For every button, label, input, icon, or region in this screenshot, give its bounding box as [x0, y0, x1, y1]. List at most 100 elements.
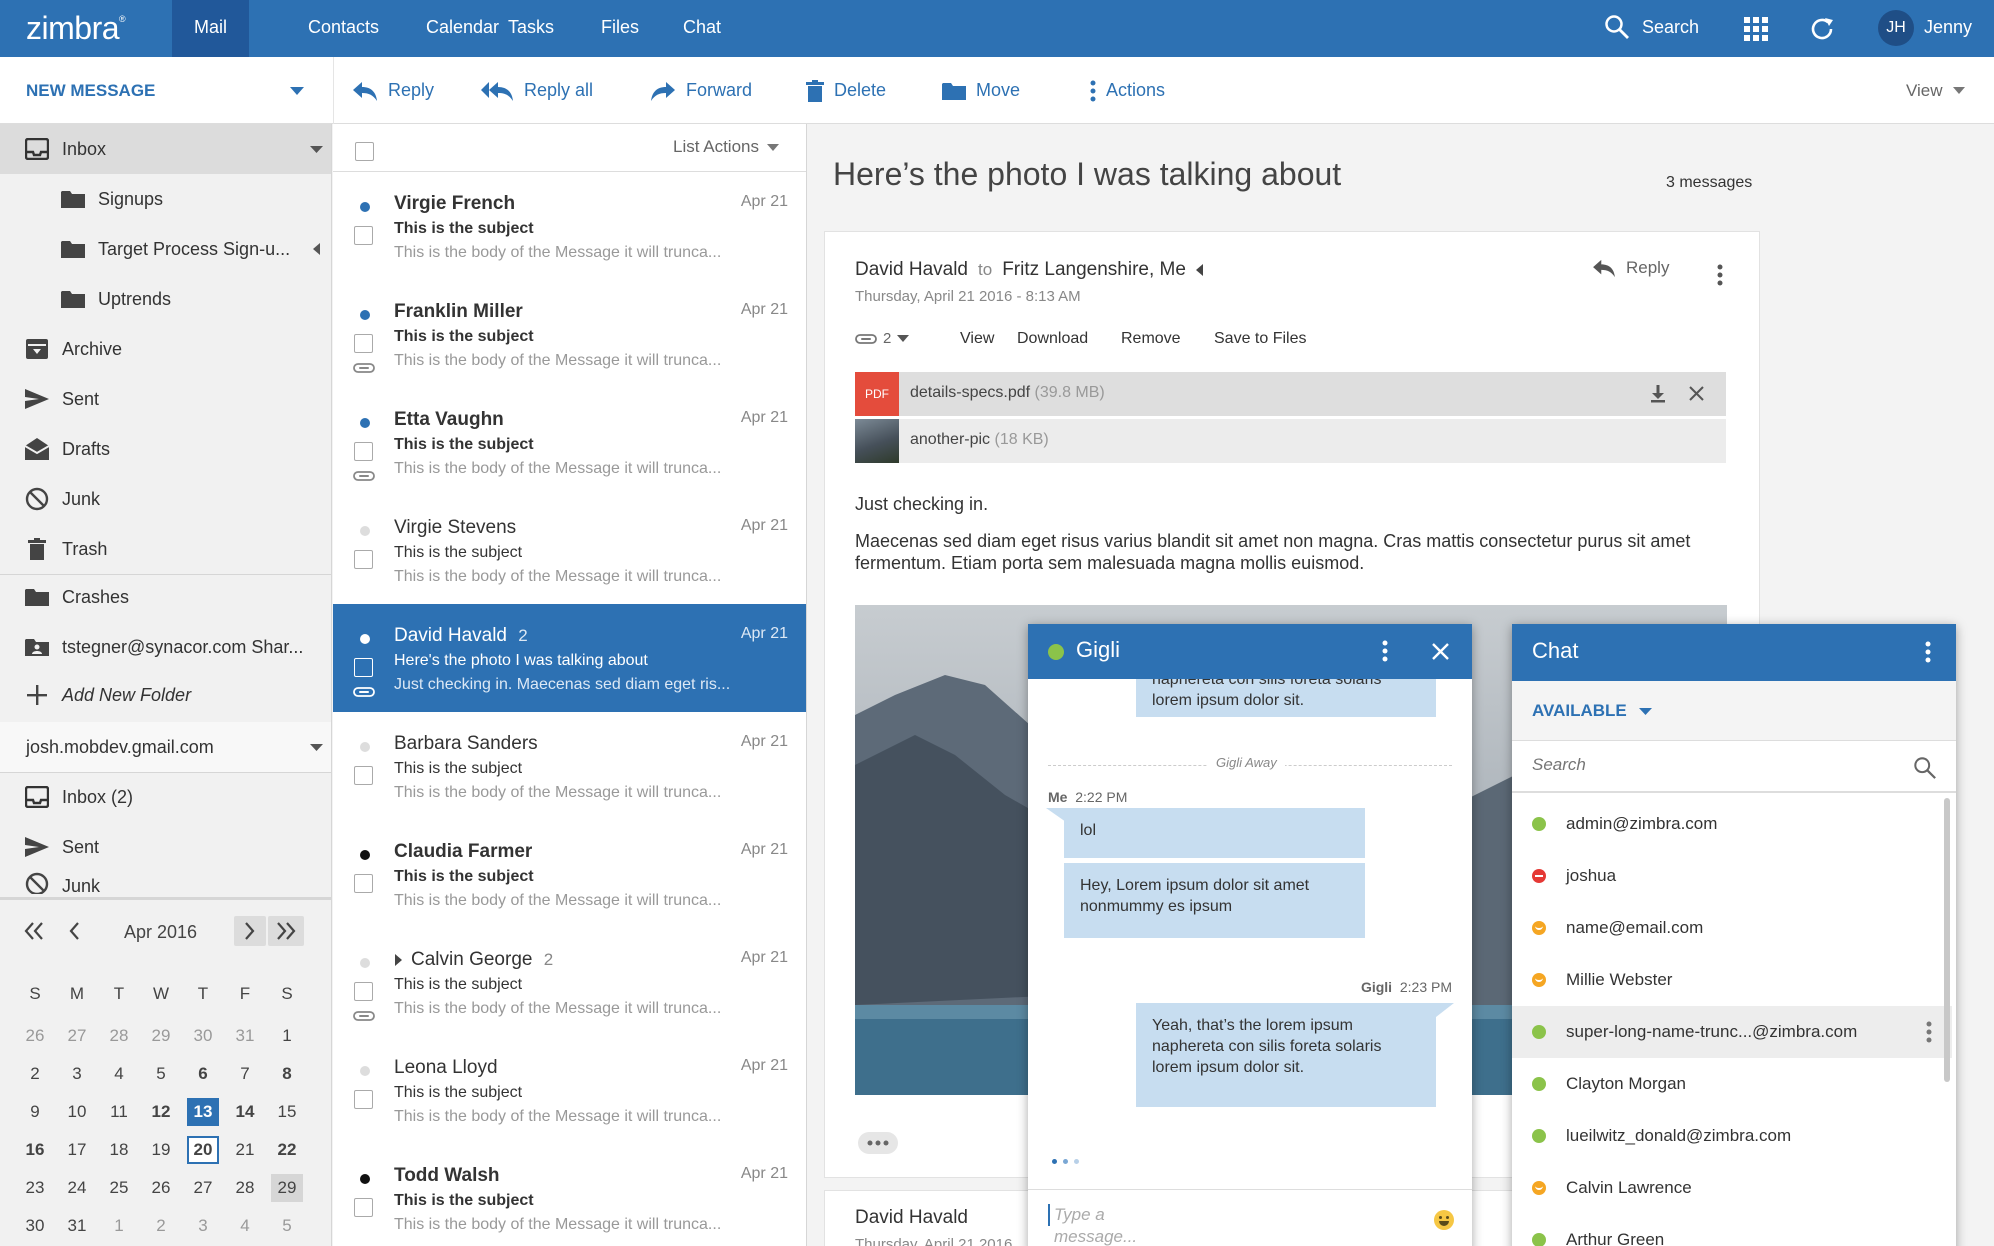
message-row[interactable]: Franklin Miller Apr 21 This is the subjec…	[333, 280, 806, 389]
select-all-checkbox[interactable]	[355, 142, 374, 161]
contact-row[interactable]: lueilwitz_donald@zimbra.com	[1512, 1110, 1952, 1162]
unread-indicator[interactable]	[360, 1174, 370, 1184]
unread-indicator[interactable]	[360, 310, 370, 320]
calendar-day[interactable]: 10	[56, 1098, 98, 1126]
account-folder-sent[interactable]: Sent	[0, 822, 331, 872]
calendar-day[interactable]: 8	[266, 1060, 308, 1088]
calendar-day[interactable]: 13	[187, 1098, 219, 1126]
folder-uptrends[interactable]: Uptrends	[0, 274, 331, 324]
calendar-day[interactable]: 4	[98, 1060, 140, 1088]
calendar-day[interactable]: 16	[14, 1136, 56, 1164]
calendar-day[interactable]: 31	[56, 1212, 98, 1240]
unread-indicator[interactable]	[360, 526, 370, 536]
tab-tasks[interactable]: Tasks	[486, 0, 576, 57]
contact-row[interactable]: Millie Webster	[1512, 954, 1952, 1006]
scrollbar-thumb[interactable]	[1944, 798, 1950, 1082]
new-message-button[interactable]: NEW MESSAGE	[26, 57, 155, 124]
recipients[interactable]: Fritz Langenshire, Me	[1002, 259, 1186, 281]
calendar-day[interactable]: 28	[224, 1174, 266, 1202]
calendar-day[interactable]: 2	[140, 1212, 182, 1240]
folder-drafts[interactable]: Drafts	[0, 424, 331, 474]
attachment-count-toggle[interactable]: 2	[855, 330, 910, 347]
calendar-day[interactable]: 19	[140, 1136, 182, 1164]
chevron-down-icon[interactable]	[310, 146, 323, 153]
attachment-image[interactable]: another-pic (18 KB)	[855, 419, 1726, 463]
next-year-button[interactable]	[268, 916, 304, 946]
calendar-day[interactable]: 7	[224, 1060, 266, 1088]
folder-crashes[interactable]: Crashes	[0, 572, 331, 622]
status-selector[interactable]: AVAILABLE	[1512, 681, 1956, 741]
contact-row[interactable]: name@email.com	[1512, 902, 1952, 954]
calendar-day[interactable]: 28	[98, 1022, 140, 1050]
calendar-day[interactable]: 31	[224, 1022, 266, 1050]
message-row[interactable]: David Havald 2 Apr 21 Here's the photo I w…	[333, 604, 806, 713]
calendar-day[interactable]: 29	[140, 1022, 182, 1050]
message-checkbox[interactable]	[354, 982, 373, 1001]
calendar-day[interactable]: 27	[182, 1174, 224, 1202]
calendar-day[interactable]: 12	[140, 1098, 182, 1126]
message-row[interactable]: Calvin George 2 Apr 21 This is the subject…	[333, 928, 806, 1037]
status-dropdown[interactable]: AVAILABLE	[1532, 701, 1652, 721]
tab-files[interactable]: Files	[579, 0, 661, 57]
calendar-day[interactable]: 1	[98, 1212, 140, 1240]
folder-shared[interactable]: tstegner@synacor.com Shar...	[0, 622, 331, 672]
folder-signups[interactable]: Signups	[0, 174, 331, 224]
message-checkbox[interactable]	[354, 1198, 373, 1217]
calendar-day[interactable]: 26	[14, 1022, 56, 1050]
emoji-icon[interactable]	[1434, 1210, 1454, 1230]
folder-archive[interactable]: Archive	[0, 324, 331, 374]
chat-panel-header[interactable]: Chat	[1512, 624, 1956, 681]
contact-row[interactable]: Arthur Green	[1512, 1214, 1952, 1246]
calendar-day[interactable]: 2	[14, 1060, 56, 1088]
sender-name[interactable]: David Havald	[855, 259, 968, 281]
calendar-day[interactable]: 24	[56, 1174, 98, 1202]
calendar-day[interactable]: 5	[266, 1212, 308, 1240]
account-folder-junk[interactable]: Junk	[0, 872, 331, 894]
expand-quoted-button[interactable]	[858, 1132, 898, 1154]
prev-month-icon[interactable]	[68, 922, 80, 940]
calendar-day[interactable]: 3	[182, 1212, 224, 1240]
folder-trash[interactable]: Trash	[0, 524, 331, 574]
search-button[interactable]: Search	[1604, 14, 1699, 40]
close-icon[interactable]	[1432, 643, 1449, 660]
unread-indicator[interactable]	[360, 1066, 370, 1076]
calendar-day[interactable]: 30	[14, 1212, 56, 1240]
folder-target-process[interactable]: Target Process Sign-u...	[0, 224, 331, 274]
folder-junk[interactable]: Junk	[0, 474, 331, 524]
unread-indicator[interactable]	[360, 850, 370, 860]
account-header[interactable]: josh.mobdev.gmail.com	[0, 722, 331, 772]
message-row[interactable]: Barbara Sanders Apr 21 This is the subjec…	[333, 712, 806, 821]
move-button[interactable]: Move	[942, 57, 1020, 124]
chevron-left-icon[interactable]	[313, 243, 320, 255]
list-actions-button[interactable]: List Actions	[673, 137, 779, 157]
contact-search-input[interactable]	[1532, 755, 1892, 775]
message-checkbox[interactable]	[354, 334, 373, 353]
calendar-day[interactable]: 4	[224, 1212, 266, 1240]
message-row[interactable]: Virgie Stevens Apr 21 This is the subject…	[333, 496, 806, 605]
folder-sent[interactable]: Sent	[0, 374, 331, 424]
calendar-day[interactable]: 25	[98, 1174, 140, 1202]
card-reply-button[interactable]: Reply	[1592, 258, 1669, 278]
calendar-day[interactable]: 5	[140, 1060, 182, 1088]
message-checkbox[interactable]	[354, 442, 373, 461]
refresh-icon[interactable]	[1808, 15, 1836, 43]
unread-indicator[interactable]	[360, 202, 370, 212]
close-icon[interactable]	[1689, 386, 1704, 401]
contact-row[interactable]: joshua	[1512, 850, 1952, 902]
calendar-day[interactable]: 20	[187, 1136, 219, 1164]
save-to-files-link[interactable]: Save to Files	[1214, 330, 1306, 348]
view-button[interactable]: View	[1906, 57, 1965, 124]
delete-button[interactable]: Delete	[806, 57, 886, 124]
unread-indicator[interactable]	[360, 634, 370, 644]
remove-attachments-link[interactable]: Remove	[1121, 330, 1181, 348]
view-attachments-link[interactable]: View	[960, 330, 994, 348]
calendar-day[interactable]: 17	[56, 1136, 98, 1164]
tab-mail[interactable]: Mail	[172, 0, 250, 57]
avatar[interactable]: JH	[1878, 10, 1914, 46]
tab-contacts[interactable]: Contacts	[286, 0, 401, 57]
search-icon[interactable]	[1913, 756, 1937, 780]
unread-indicator[interactable]	[360, 958, 370, 968]
contact-row[interactable]: admin@zimbra.com	[1512, 798, 1952, 850]
chat-message-input[interactable]: Type a message...	[1048, 1204, 1408, 1246]
attachment-pdf[interactable]: PDF details-specs.pdf (39.8 MB)	[855, 372, 1726, 416]
